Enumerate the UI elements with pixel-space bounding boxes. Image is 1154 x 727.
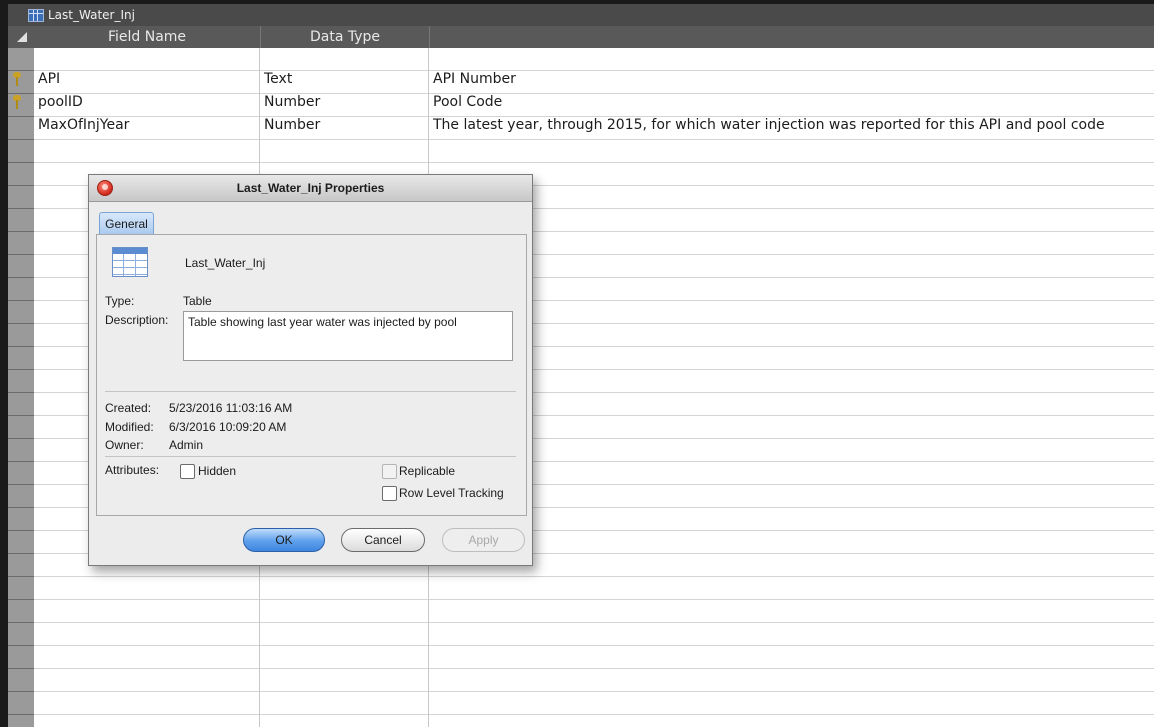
data-type-cell[interactable]: Text — [264, 68, 292, 91]
replicable-label[interactable]: Replicable — [399, 464, 455, 478]
description-cell[interactable]: The latest year, through 2015, for which… — [433, 114, 1105, 137]
table-icon — [28, 9, 44, 22]
header-data-type[interactable]: Data Type — [260, 26, 430, 48]
primary-key-icon — [12, 95, 22, 109]
select-all-corner[interactable] — [8, 26, 34, 48]
field-name-cell[interactable]: poolID — [38, 91, 83, 114]
header-description[interactable] — [429, 26, 1154, 48]
data-type-cell[interactable]: Number — [264, 91, 320, 114]
window-titlebar: Last_Water_Inj — [8, 4, 1154, 26]
object-name: Last_Water_Inj — [185, 256, 266, 270]
description-label: Description: — [105, 313, 169, 327]
field-name-cell[interactable]: API — [38, 68, 60, 91]
ok-button[interactable]: OK — [243, 528, 325, 552]
tab-general[interactable]: General — [99, 212, 154, 235]
dialog-titlebar[interactable]: Last_Water_Inj Properties — [89, 175, 532, 202]
row-selector-column[interactable] — [8, 48, 34, 727]
properties-dialog: Last_Water_Inj Properties General Last_W… — [88, 174, 533, 566]
row-level-tracking-checkbox[interactable] — [382, 486, 397, 501]
table-row[interactable]: poolID Number Pool Code — [13, 91, 1154, 114]
header-field-name[interactable]: Field Name — [34, 26, 260, 48]
hidden-checkbox[interactable] — [180, 464, 195, 479]
modified-label: Modified: — [105, 420, 154, 434]
divider — [105, 391, 516, 392]
replicable-checkbox[interactable] — [382, 464, 397, 479]
description-cell[interactable]: Pool Code — [433, 91, 502, 114]
design-grid-header: Field Name Data Type — [8, 26, 1154, 48]
type-value: Table — [183, 294, 212, 308]
attributes-label: Attributes: — [105, 463, 160, 477]
created-value: 5/23/2016 11:03:16 AM — [169, 401, 293, 415]
close-icon[interactable] — [97, 180, 113, 196]
dialog-title: Last_Water_Inj Properties — [236, 181, 385, 195]
table-design-window: Last_Water_Inj Field Name Data Type API … — [8, 4, 1154, 727]
data-type-cell[interactable]: Number — [264, 114, 320, 137]
description-field[interactable]: Table showing last year water was inject… — [183, 311, 513, 361]
owner-value: Admin — [169, 438, 204, 452]
table-row[interactable]: API Text API Number — [13, 68, 1154, 91]
hidden-label[interactable]: Hidden — [198, 464, 236, 478]
window-title: Last_Water_Inj — [48, 8, 135, 22]
primary-key-icon — [12, 72, 22, 86]
description-cell[interactable]: API Number — [433, 68, 516, 91]
table-icon — [112, 247, 148, 277]
divider — [105, 456, 516, 457]
type-label: Type: — [105, 294, 135, 308]
field-name-cell[interactable]: MaxOfInjYear — [38, 114, 129, 137]
cancel-button[interactable]: Cancel — [341, 528, 425, 552]
general-panel: Last_Water_Inj Type: Table Description: … — [96, 234, 527, 516]
table-row[interactable]: MaxOfInjYear Number The latest year, thr… — [34, 114, 1154, 137]
modified-value: 6/3/2016 10:09:20 AM — [169, 420, 287, 434]
row-level-tracking-label[interactable]: Row Level Tracking — [399, 486, 504, 500]
apply-button[interactable]: Apply — [442, 528, 525, 552]
created-label: Created: — [105, 401, 152, 415]
owner-label: Owner: — [105, 438, 144, 452]
